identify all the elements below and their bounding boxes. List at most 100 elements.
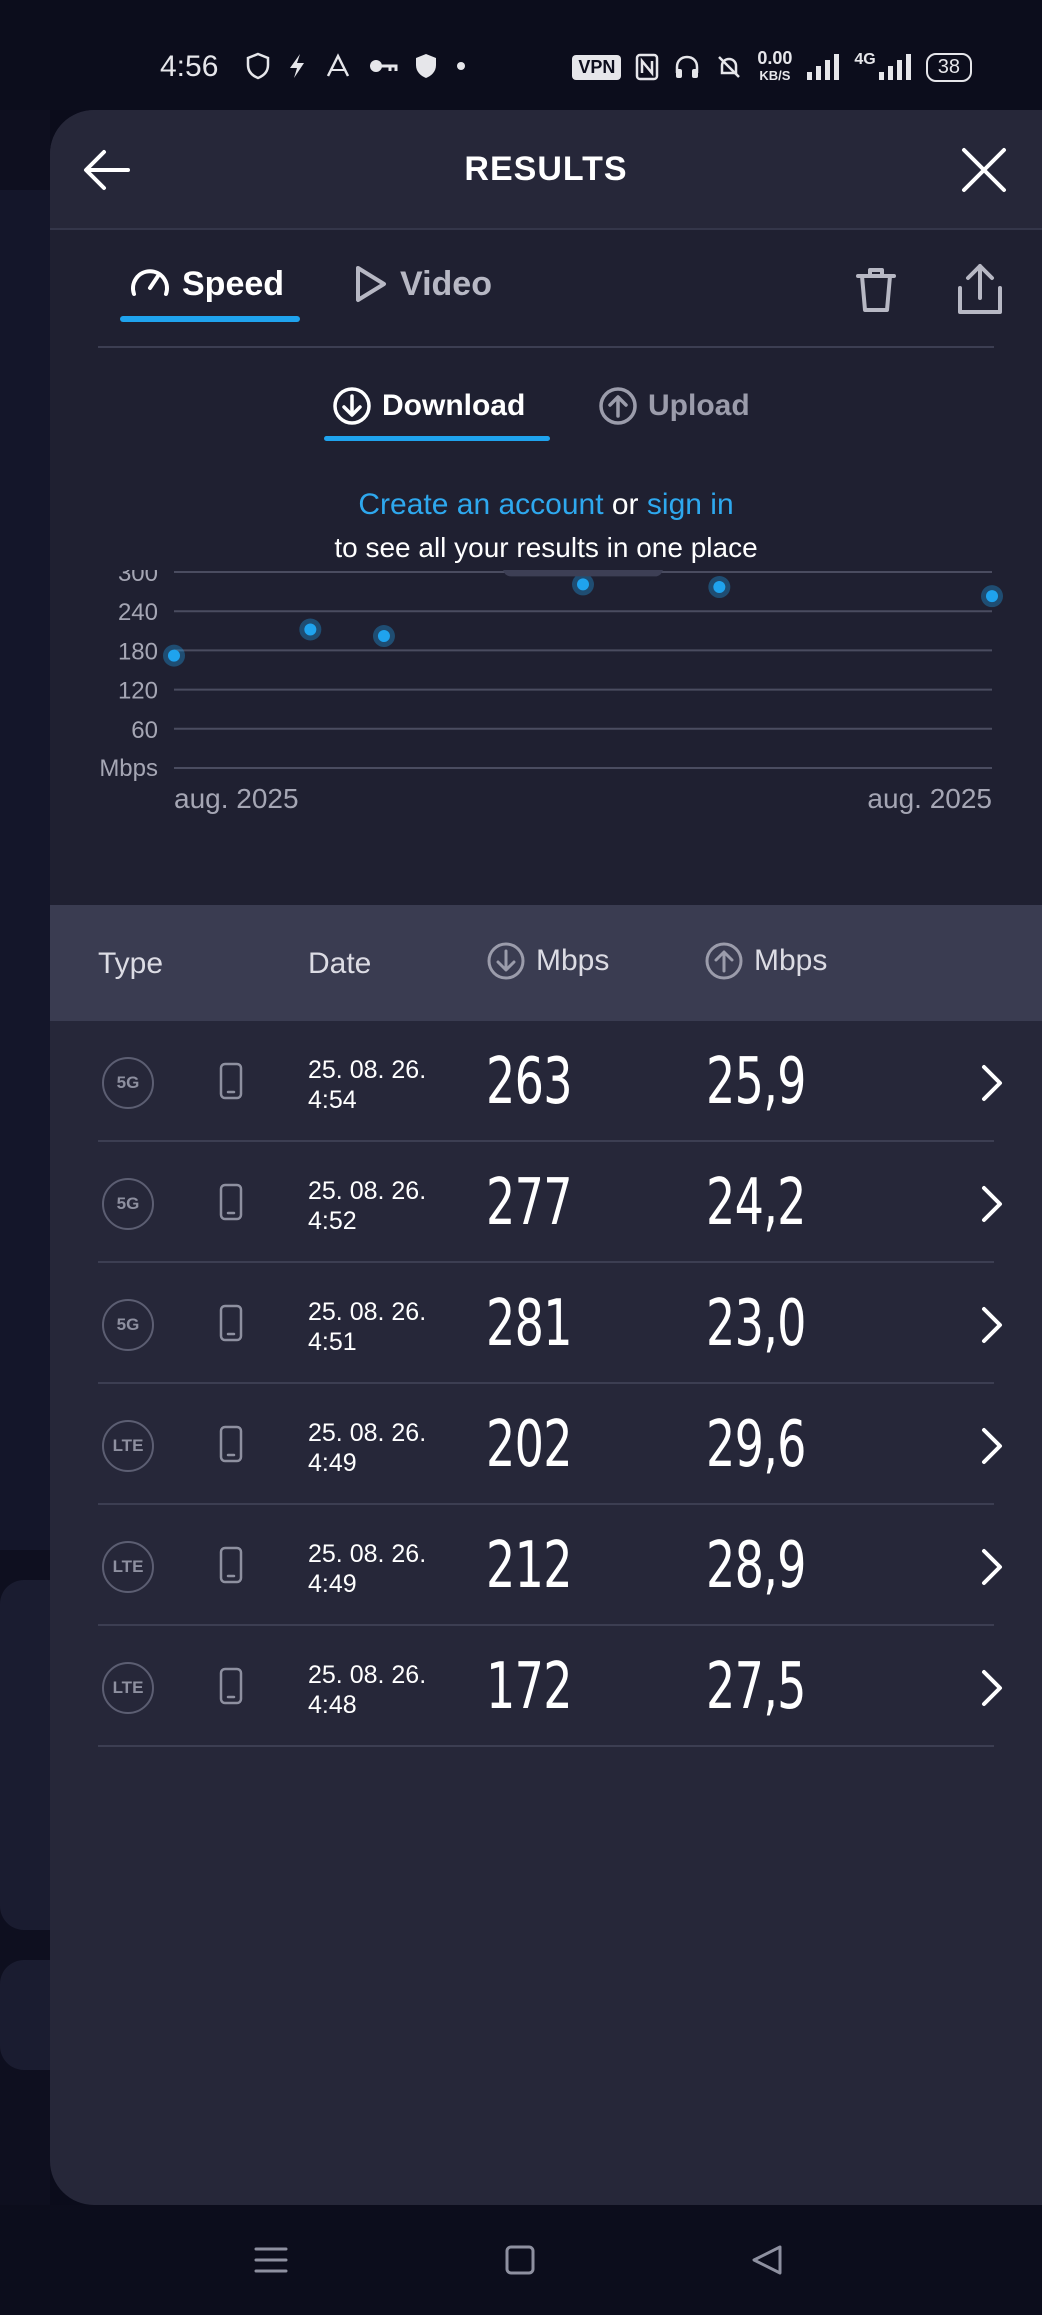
row-divider — [98, 1745, 994, 1747]
account-prompt: Create an account or sign in — [50, 488, 1042, 522]
share-icon[interactable] — [950, 260, 1010, 320]
upload-value: 23,0 — [706, 1287, 806, 1361]
subtab-upload[interactable]: Upload — [598, 386, 750, 426]
result-date-time: 4:49 — [308, 1449, 357, 1477]
home-icon[interactable] — [504, 2243, 536, 2277]
subtab-upload-label: Upload — [648, 389, 750, 422]
result-date-time: 4:52 — [308, 1207, 357, 1235]
play-icon — [356, 266, 386, 302]
result-row[interactable]: 5G 25. 08. 26. 4:52 277 24,2 — [50, 1142, 1042, 1263]
download-value: 172 — [486, 1650, 573, 1724]
result-date: 25. 08. 26. 4:48 — [308, 1660, 426, 1720]
background-card — [0, 1580, 50, 1930]
status-bar: 4:56 VPN 0.00 KB/S 4G 38 — [0, 0, 1042, 110]
phone-icon — [219, 1062, 243, 1100]
chevron-right-icon — [982, 1549, 1002, 1585]
sign-in-link[interactable]: sign in — [647, 488, 734, 521]
download-circle-icon — [333, 387, 371, 425]
close-icon[interactable] — [954, 140, 1014, 200]
result-date-time: 4:48 — [308, 1691, 357, 1719]
shield-check-icon — [416, 54, 436, 78]
results-header: RESULTS — [50, 110, 1042, 230]
trash-icon[interactable] — [846, 260, 906, 320]
result-date-time: 4:51 — [308, 1328, 357, 1356]
result-row[interactable]: LTE 25. 08. 26. 4:49 212 28,9 — [50, 1505, 1042, 1626]
chevron-right-icon — [982, 1065, 1002, 1101]
network-type-badge: 5G — [102, 1299, 154, 1351]
network-type-badge: 5G — [102, 1057, 154, 1109]
nav-back-icon[interactable] — [750, 2243, 784, 2277]
upload-circle-icon — [599, 387, 637, 425]
account-prompt-subtitle: to see all your results in one place — [334, 532, 758, 563]
column-type: Type — [98, 947, 164, 980]
system-nav-bar — [0, 2205, 1042, 2315]
phone-icon — [219, 1425, 243, 1463]
create-account-link[interactable]: Create an account — [358, 488, 603, 521]
flash-icon — [290, 54, 304, 78]
network-type-badge: LTE — [102, 1420, 154, 1472]
result-date-day: 25. 08. 26. — [308, 1661, 427, 1689]
or-text: or — [611, 488, 639, 521]
tab-video-label: Video — [400, 264, 492, 303]
tab-video[interactable]: Video — [350, 262, 492, 306]
upload-circle-icon — [705, 942, 743, 980]
data-point — [577, 578, 589, 591]
menu-icon[interactable] — [254, 2243, 288, 2277]
x-tick-label: aug. 2025 — [174, 783, 299, 814]
y-axis-label: Mbps — [99, 755, 158, 782]
phone-icon — [219, 1183, 243, 1221]
result-date: 25. 08. 26. 4:49 — [308, 1418, 426, 1478]
result-date: 25. 08. 26. 4:52 — [308, 1176, 426, 1236]
network-type-badge: LTE — [102, 1662, 154, 1714]
network-speed-unit: KB/S — [759, 68, 791, 83]
shield-icon — [246, 52, 270, 80]
dot-icon — [457, 62, 465, 70]
phone-icon — [219, 1304, 243, 1342]
result-date: 25. 08. 26. 4:51 — [308, 1297, 426, 1357]
data-point — [986, 590, 998, 603]
result-date: 25. 08. 26. 4:49 — [308, 1539, 426, 1599]
result-date-day: 25. 08. 26. — [308, 1177, 427, 1205]
result-row[interactable]: 5G 25. 08. 26. 4:51 281 23,0 — [50, 1263, 1042, 1384]
y-tick-label: 300 — [118, 570, 158, 587]
phone-icon — [219, 1546, 243, 1584]
results-table-header: Type Date Mbps Mbps — [50, 905, 1042, 1021]
upload-value: 24,2 — [706, 1166, 806, 1240]
results-sheet: RESULTS Speed Video Download Upload Crea… — [50, 110, 1042, 2205]
chart-tooltip — [503, 570, 663, 577]
nfc-icon — [636, 53, 659, 81]
data-point — [304, 623, 317, 636]
status-notification-icons — [246, 52, 468, 80]
speedometer-icon — [131, 269, 169, 296]
tab-speed[interactable]: Speed — [128, 262, 284, 306]
download-speed-chart: 30024018012060Mbpsaug. 2025aug. 2025281M… — [99, 570, 1003, 814]
download-value: 202 — [486, 1408, 573, 1482]
y-tick-label: 240 — [118, 599, 158, 626]
tab-speed-label: Speed — [182, 264, 285, 303]
download-value: 281 — [486, 1287, 573, 1361]
battery-indicator: 38 — [925, 52, 972, 82]
download-circle-icon — [487, 942, 525, 980]
ssh-icon — [326, 53, 350, 77]
background-card — [0, 190, 50, 1550]
status-system-icons: VPN 0.00 KB/S 4G 38 — [572, 49, 972, 84]
page-title: RESULTS — [464, 150, 628, 188]
download-value: 277 — [486, 1166, 573, 1240]
results-list: 5G 25. 08. 26. 4:54 263 25,9 5G 25. 08. 2… — [50, 1021, 1042, 1747]
headphones-icon — [676, 55, 699, 78]
download-value: 263 — [486, 1045, 573, 1119]
result-row[interactable]: LTE 25. 08. 26. 4:49 202 29,6 — [50, 1384, 1042, 1505]
column-download: Mbps — [486, 941, 609, 981]
bell-muted-icon — [718, 56, 741, 78]
column-upload: Mbps — [704, 941, 827, 981]
column-upload-label: Mbps — [754, 944, 828, 977]
phone-icon — [219, 1667, 243, 1705]
result-date-day: 25. 08. 26. — [308, 1056, 427, 1084]
chevron-right-icon — [982, 1670, 1002, 1706]
signal-4g-icon — [878, 54, 911, 80]
result-row[interactable]: LTE 25. 08. 26. 4:48 172 27,5 — [50, 1626, 1042, 1747]
result-row[interactable]: 5G 25. 08. 26. 4:54 263 25,9 — [50, 1021, 1042, 1142]
background-card — [0, 1960, 50, 2070]
result-date-day: 25. 08. 26. — [308, 1298, 427, 1326]
subtab-download[interactable]: Download — [332, 386, 525, 426]
